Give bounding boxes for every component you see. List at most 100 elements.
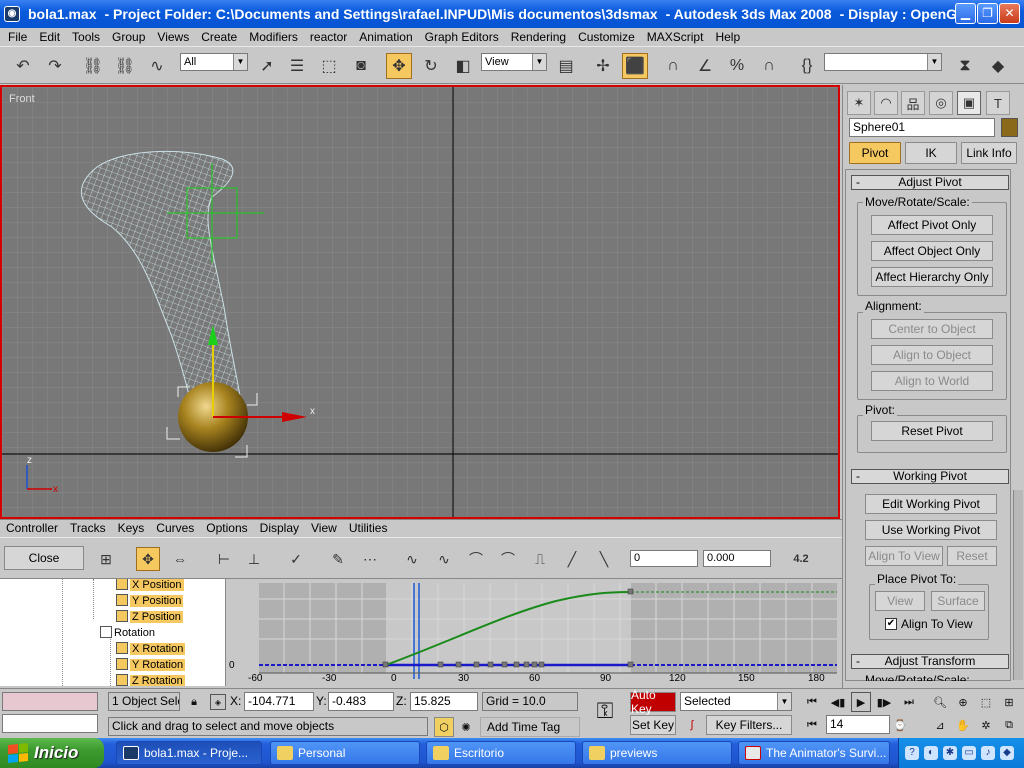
tangent-auto-icon[interactable]: ∿ — [400, 547, 424, 571]
track-y-position[interactable]: Y Position — [116, 594, 184, 609]
y-coordinate-field[interactable]: -0.483 — [328, 692, 394, 711]
volume-icon[interactable]: ♪ — [981, 746, 995, 760]
track-z-rotation[interactable]: Z Rotation — [116, 674, 185, 686]
spinner-snap-icon[interactable]: ∩ — [756, 53, 782, 79]
previous-frame-icon[interactable]: ◀▮ — [828, 692, 848, 712]
menu-animation[interactable]: Animation — [353, 28, 418, 46]
pan-view-icon[interactable]: ✋ — [953, 715, 973, 735]
edit-working-pivot-button[interactable]: Edit Working Pivot — [865, 494, 997, 514]
move-keys-icon[interactable]: ✥ — [136, 547, 160, 571]
menu-help[interactable]: Help — [709, 28, 746, 46]
display-tab-icon[interactable]: ▣ — [957, 91, 981, 115]
menu-group[interactable]: Group — [106, 28, 151, 46]
align-to-view-checkbox-row[interactable]: ✔ Align To View — [885, 617, 973, 631]
maximize-button[interactable]: ❐ — [977, 3, 998, 24]
keyboard-shortcut-override-icon[interactable]: ⬛ — [622, 53, 648, 79]
field-of-view-icon[interactable]: ⊿ — [930, 715, 950, 735]
x-coordinate-field[interactable]: -104.771 — [244, 692, 314, 711]
select-and-manipulate-icon[interactable]: ✢ — [590, 53, 616, 79]
slide-keys-icon[interactable]: ⇔ — [168, 547, 192, 571]
3dsmax-app-icon[interactable]: ◉ — [4, 6, 20, 22]
working-pivot-rollout-header[interactable]: - Working Pivot — [851, 469, 1009, 484]
lock-selection-icon[interactable]: 🔒︎ — [184, 692, 204, 712]
absolute-mode-icon[interactable]: ◈ — [210, 694, 226, 710]
taskbar-item-personal[interactable]: Personal — [270, 741, 420, 765]
viewport-label[interactable]: Front — [9, 93, 35, 105]
create-tab-icon[interactable]: ✶ — [847, 91, 871, 115]
ce-menu-options[interactable]: Options — [200, 520, 253, 537]
set-key-mode-icon[interactable]: ⚿ — [590, 698, 620, 723]
menu-tools[interactable]: Tools — [66, 28, 106, 46]
align-to-world-button[interactable]: Align to World — [871, 371, 993, 391]
start-button[interactable]: Inicio — [0, 738, 104, 768]
affect-hierarchy-only-button[interactable]: Affect Hierarchy Only — [871, 267, 993, 287]
taskbar-item-escritorio[interactable]: Escritorio — [426, 741, 576, 765]
selection-lock-icon[interactable]: ⬡ — [434, 717, 454, 737]
ce-menu-tracks[interactable]: Tracks — [64, 520, 112, 537]
zoom-extents-icon[interactable]: ⬚ — [976, 692, 996, 712]
object-name-field[interactable]: Sphere01 — [849, 118, 995, 137]
reduce-keys-icon[interactable]: ⋯ — [358, 547, 382, 571]
pivot-center-icon[interactable]: ▤ — [553, 53, 579, 79]
tangent-fast-icon[interactable]: ⌒ — [464, 547, 488, 571]
align-to-view-button[interactable]: Align To View — [865, 546, 943, 566]
select-and-link-icon[interactable]: ⛓ — [80, 53, 106, 79]
undo-icon[interactable]: ↶ — [10, 53, 36, 79]
tangent-step-icon[interactable]: ⎍ — [528, 547, 552, 571]
ik-button[interactable]: IK — [905, 142, 957, 164]
reset-working-pivot-button[interactable]: Reset — [947, 546, 997, 566]
taskbar-item-previews[interactable]: previews — [582, 741, 732, 765]
ce-menu-curves[interactable]: Curves — [150, 520, 200, 537]
menu-reactor[interactable]: reactor — [304, 28, 353, 46]
edit-named-selection-icon[interactable]: {} — [794, 53, 820, 79]
selection-filter-dropdown[interactable]: All ▼ — [180, 53, 248, 71]
bind-to-space-warp-icon[interactable]: ∿ — [144, 53, 170, 79]
reference-coordinate-dropdown[interactable]: View ▼ — [481, 53, 547, 71]
add-time-tag-button[interactable]: Add Time Tag — [480, 717, 580, 737]
utilities-tab-icon[interactable]: T — [986, 91, 1010, 115]
adjust-pivot-rollout-header[interactable]: - Adjust Pivot — [851, 175, 1009, 190]
menu-maxscript[interactable]: MAXScript — [641, 28, 710, 46]
play-icon[interactable]: ▶ — [851, 692, 871, 712]
track-rotation[interactable]: Rotation — [100, 626, 155, 641]
arc-rotate-icon[interactable]: ✲ — [976, 715, 996, 735]
place-pivot-view-button[interactable]: View — [875, 591, 925, 611]
hierarchy-tab-icon[interactable]: 品 — [901, 91, 925, 115]
select-object-icon[interactable]: ➚ — [254, 53, 280, 79]
menu-create[interactable]: Create — [195, 28, 243, 46]
menu-modifiers[interactable]: Modifiers — [243, 28, 304, 46]
center-to-object-button[interactable]: Center to Object — [871, 319, 993, 339]
ce-menu-utilities[interactable]: Utilities — [343, 520, 394, 537]
menu-customize[interactable]: Customize — [572, 28, 641, 46]
maxscript-listener-mini[interactable] — [2, 692, 98, 711]
menu-graph-editors[interactable]: Graph Editors — [419, 28, 505, 46]
track-x-position[interactable]: X Position — [116, 579, 184, 593]
use-working-pivot-button[interactable]: Use Working Pivot — [865, 520, 997, 540]
zoom-all-icon[interactable]: ⊕ — [953, 692, 973, 712]
zoom-value-icon[interactable]: 4.2 — [786, 547, 816, 571]
named-selection-dropdown[interactable]: ▼ — [824, 53, 942, 71]
scale-values-icon[interactable]: ⊥ — [242, 547, 266, 571]
select-and-scale-icon[interactable]: ◧ — [450, 53, 476, 79]
value-field[interactable]: 0.000 — [703, 550, 771, 567]
track-y-rotation[interactable]: Y Rotation — [116, 658, 186, 673]
adjust-transform-rollout-header[interactable]: - Adjust Transform — [851, 654, 1009, 669]
place-pivot-surface-button[interactable]: Surface — [931, 591, 985, 611]
window-crossing-icon[interactable]: ◙ — [348, 53, 374, 79]
unlink-icon[interactable]: ⛓ — [112, 53, 138, 79]
tangent-smooth-icon[interactable]: ╲ — [592, 547, 616, 571]
zoom-icon[interactable]: 🔍︎ — [930, 692, 950, 712]
redo-icon[interactable]: ↷ — [42, 53, 68, 79]
z-coordinate-field[interactable]: 15.825 — [410, 692, 478, 711]
ce-menu-controller[interactable]: Controller — [0, 520, 64, 537]
menu-rendering[interactable]: Rendering — [505, 28, 572, 46]
affect-object-only-button[interactable]: Affect Object Only — [871, 241, 993, 261]
time-configuration-icon[interactable]: ⌚ — [890, 715, 910, 735]
tangent-linear-icon[interactable]: ╱ — [560, 547, 584, 571]
track-x-rotation[interactable]: X Rotation — [116, 642, 186, 657]
draw-curves-icon[interactable]: ✎ — [326, 547, 350, 571]
motion-tab-icon[interactable]: ◎ — [929, 91, 953, 115]
tangent-slow-icon[interactable]: ⌒ — [496, 547, 520, 571]
rectangular-selection-icon[interactable]: ⬚ — [316, 53, 342, 79]
go-to-start-icon[interactable]: ⏮ — [802, 692, 822, 712]
